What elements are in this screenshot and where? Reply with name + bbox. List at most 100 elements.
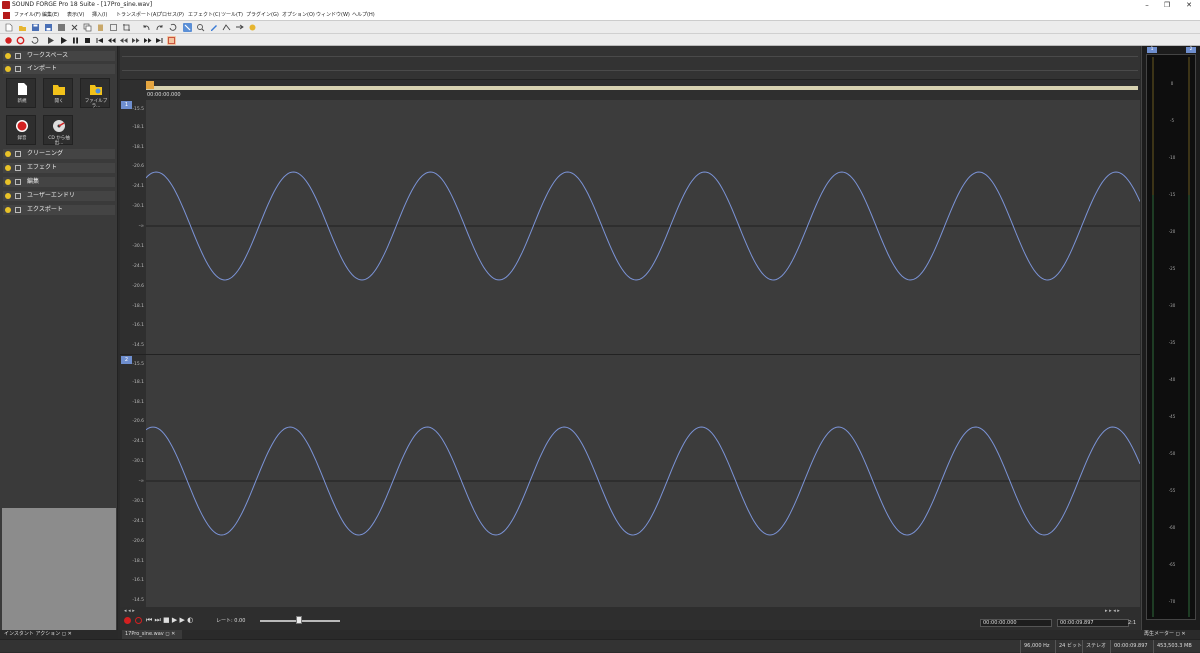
pause-icon[interactable] xyxy=(71,36,80,45)
paste-icon[interactable] xyxy=(96,23,105,32)
scroll-left-icon[interactable]: ◂ ◂ ▸ xyxy=(124,608,135,614)
section-import[interactable]: インポート xyxy=(3,64,115,74)
event-tool-icon[interactable] xyxy=(235,23,244,32)
section-workspace[interactable]: ワークスペース xyxy=(3,51,115,61)
cd-extract-tile[interactable]: CD から抽出... xyxy=(43,115,73,146)
section-user-entry[interactable]: ユーザーエンドリ xyxy=(3,191,115,201)
stop-icon[interactable] xyxy=(83,36,92,45)
meter-scale-label: -60 xyxy=(1168,525,1176,530)
scroll-right-icon[interactable]: ▸ ▸ ◂ ▸ xyxy=(1105,608,1120,614)
play-all-icon[interactable] xyxy=(46,36,55,45)
go-to-start-icon[interactable] xyxy=(95,36,104,45)
level-tick: -18.1 xyxy=(132,145,144,150)
record-icon[interactable] xyxy=(16,36,25,45)
document-icon xyxy=(3,12,10,19)
tab-document[interactable]: 17Pro_sine.wav ◻ ✕ xyxy=(122,630,182,639)
level-tick: -18.1 xyxy=(132,125,144,130)
level-tick: -18.1 xyxy=(132,380,144,385)
rewind-icon[interactable] xyxy=(119,36,128,45)
minimize-button[interactable]: – xyxy=(1137,0,1157,10)
menu-tools[interactable]: ツール(T) xyxy=(221,10,243,21)
channel-number[interactable]: 1 xyxy=(121,101,132,109)
meter-scale xyxy=(1152,57,1190,617)
rate-slider-handle[interactable] xyxy=(296,616,302,624)
section-cleaning[interactable]: クリーニング xyxy=(3,149,115,159)
section-export[interactable]: エクスポート xyxy=(3,205,115,215)
magnify-tool-icon[interactable] xyxy=(196,23,205,32)
repeat-icon[interactable] xyxy=(168,23,177,32)
record-arm-icon[interactable] xyxy=(4,36,13,45)
file-browser-tile[interactable]: ファイルブラ... xyxy=(80,78,110,109)
menu-transport[interactable]: トランスポート(A) xyxy=(116,10,158,21)
maximize-button[interactable]: ❐ xyxy=(1157,0,1177,10)
menu-window[interactable]: ウィンドウ(W) xyxy=(316,10,350,21)
render-icon[interactable] xyxy=(57,23,66,32)
previous-icon[interactable] xyxy=(107,36,116,45)
scrub-tool-icon[interactable] xyxy=(248,23,257,32)
go-to-end-icon[interactable] xyxy=(155,36,164,45)
open-folder-icon[interactable] xyxy=(18,23,27,32)
waveform-channel-1[interactable] xyxy=(146,100,1140,354)
menu-file[interactable]: ファイル(F) xyxy=(14,10,41,21)
new-file-icon[interactable] xyxy=(4,23,13,32)
user-entry-icon xyxy=(15,193,21,199)
transport-buttons[interactable]: ⏮ ⏭ ■ ▶ ▶ ◐ xyxy=(146,616,193,625)
open-tile[interactable]: 開く xyxy=(43,78,73,108)
channel-1[interactable]: 1 -15.5 -18.1 -18.1 -20.6 -24.1 -30.1 -∞… xyxy=(120,100,1140,354)
new-tile[interactable]: 新規 xyxy=(6,78,36,108)
envelope-tool-icon[interactable] xyxy=(222,23,231,32)
close-button[interactable]: ✕ xyxy=(1179,0,1199,10)
record-icon[interactable] xyxy=(135,617,142,624)
zoom-ratio[interactable]: 2:1 xyxy=(1128,620,1136,626)
meter-channel-2[interactable]: 2 xyxy=(1186,47,1196,53)
play-icon[interactable] xyxy=(59,36,68,45)
menu-plugins[interactable]: プラグイン(G) xyxy=(246,10,279,21)
waveform-channel-2[interactable] xyxy=(146,355,1140,609)
expand-icon xyxy=(5,165,11,171)
channel-number[interactable]: 2 xyxy=(121,356,132,364)
menu-options[interactable]: オプション(O) xyxy=(282,10,315,21)
cut-icon[interactable] xyxy=(70,23,79,32)
meter-scale-label: -20 xyxy=(1168,229,1176,234)
overview-bar xyxy=(120,46,1140,80)
record-icon xyxy=(16,120,28,132)
loop-icon[interactable] xyxy=(30,36,39,45)
cursor-marker[interactable] xyxy=(146,81,154,89)
save-as-icon[interactable] xyxy=(44,23,53,32)
section-edit[interactable]: 編集 xyxy=(3,177,115,187)
selection-end-field[interactable]: 00:00:09.897 xyxy=(1057,619,1129,627)
menu-process[interactable]: プロセス(P) xyxy=(157,10,184,21)
copy-icon[interactable] xyxy=(83,23,92,32)
menu-view[interactable]: 表示(V) xyxy=(67,10,84,21)
tab-instant-actions[interactable]: インスタント アクション ◻ ✕ xyxy=(0,630,118,639)
undo-icon[interactable] xyxy=(142,23,151,32)
section-effects[interactable]: エフェクト xyxy=(3,163,115,173)
pencil-tool-icon[interactable] xyxy=(209,23,218,32)
selection-bar[interactable] xyxy=(146,86,1138,90)
menu-help[interactable]: ヘルプ(H) xyxy=(352,10,375,21)
fast-forward-icon[interactable] xyxy=(131,36,140,45)
status-disk-space: 453,503.3 MB xyxy=(1153,640,1195,653)
menu-insert[interactable]: 挿入(I) xyxy=(92,10,107,21)
meter-channel-1[interactable]: 1 xyxy=(1147,47,1157,53)
app-icon xyxy=(2,1,10,9)
save-icon[interactable] xyxy=(31,23,40,32)
edit-tool-icon[interactable] xyxy=(183,23,192,32)
menu-effects[interactable]: エフェクト(C) xyxy=(188,10,220,21)
record-tile[interactable]: 録音 xyxy=(6,115,36,145)
tab-playback-meter[interactable]: 再生メーター ◻ ✕ xyxy=(1141,630,1200,639)
selection-start-field[interactable]: 00:00:00.000 xyxy=(980,619,1052,627)
mix-icon[interactable] xyxy=(109,23,118,32)
meter-scale-label: -15 xyxy=(1168,192,1176,197)
level-tick: -30.1 xyxy=(132,204,144,209)
level-tick: -24.1 xyxy=(132,439,144,444)
next-icon[interactable] xyxy=(143,36,152,45)
menu-edit[interactable]: 編集(E) xyxy=(42,10,59,21)
trim-icon[interactable] xyxy=(122,23,131,32)
record-arm-icon[interactable] xyxy=(124,617,131,624)
time-ruler[interactable]: 00:00:00.000 xyxy=(120,80,1140,100)
redo-icon[interactable] xyxy=(155,23,164,32)
channel-2[interactable]: 2 -15.5 -18.1 -18.1 -20.6 -24.1 -30.1 -∞… xyxy=(120,354,1140,609)
level-tick: -20.6 xyxy=(132,419,144,424)
metronome-icon[interactable] xyxy=(167,36,176,45)
